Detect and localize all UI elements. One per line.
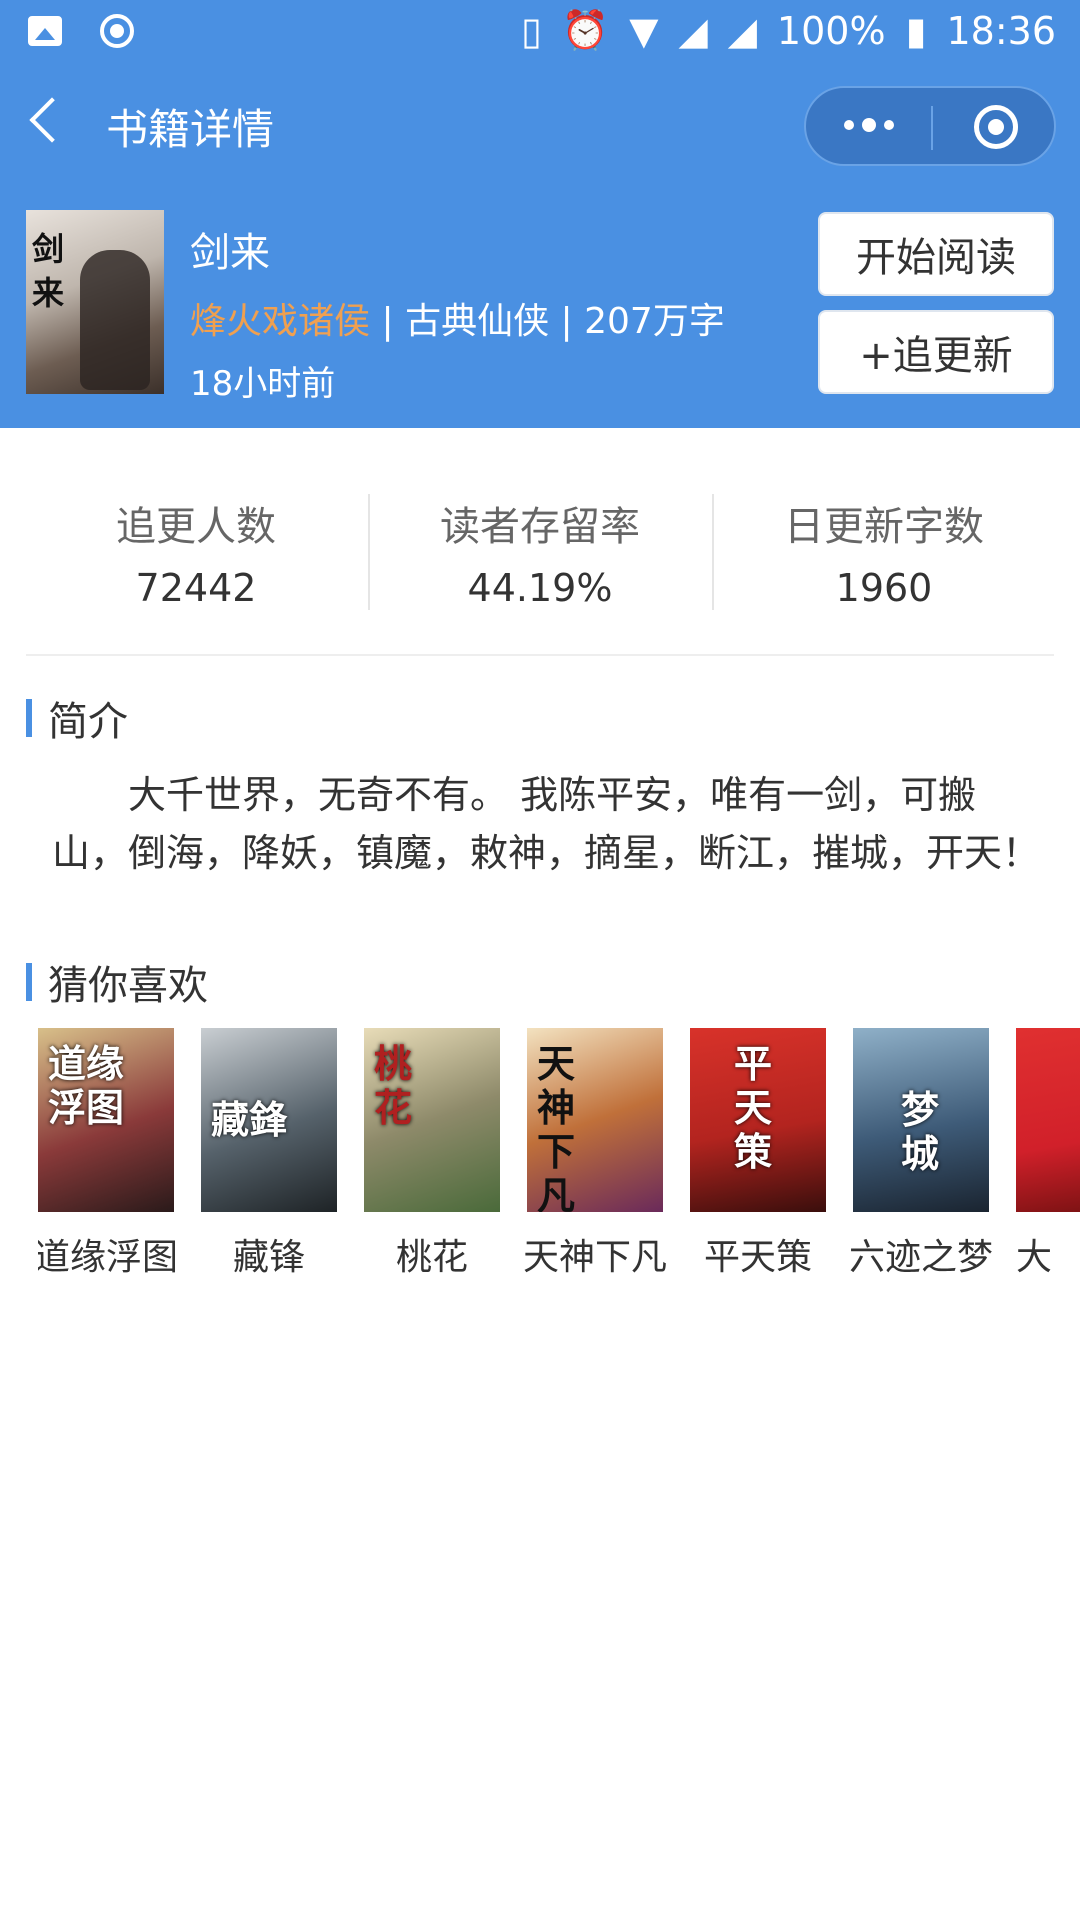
battery-percent: 100% xyxy=(776,8,886,53)
meta-separator: | xyxy=(381,301,394,342)
more-icon[interactable] xyxy=(844,118,894,132)
stat-daily-words: 日更新字数 1960 xyxy=(712,494,1056,610)
cover-title-char-2: 来 xyxy=(32,274,65,312)
recommend-item[interactable]: 梦城 六迹之梦 xyxy=(849,1028,993,1280)
recommend-item[interactable]: 天神下凡 天神下凡 xyxy=(523,1028,667,1280)
recommend-cover[interactable]: 平天策 xyxy=(690,1028,826,1212)
meta-separator-2: | xyxy=(560,301,573,342)
recommend-list[interactable]: 道缘浮图 道缘浮图 藏鋒 藏锋 桃花 桃花 天神下凡 天神下凡 平天策 平天策 … xyxy=(38,1028,1080,1288)
recommend-cover[interactable]: 桃花 xyxy=(364,1028,500,1212)
recommend-cover[interactable]: 藏鋒 xyxy=(201,1028,337,1212)
start-reading-button[interactable]: 开始阅读 xyxy=(818,212,1054,296)
stat-followers: 追更人数 72442 xyxy=(24,494,368,610)
recommend-name[interactable]: 道缘浮图 xyxy=(38,1228,186,1280)
recommend-name[interactable]: 藏锋 xyxy=(189,1228,349,1280)
recommend-name[interactable]: 六迹之梦 xyxy=(841,1228,1001,1280)
book-title: 剑来 xyxy=(190,230,270,276)
follow-updates-button[interactable]: +追更新 xyxy=(818,310,1054,394)
stats-row: 追更人数 72442 读者存留率 44.19% 日更新字数 1960 xyxy=(0,494,1080,614)
cover-figure xyxy=(80,250,150,390)
wifi-icon: ▼ xyxy=(629,8,659,53)
recommend-cover-text: 平天策 xyxy=(734,1042,773,1174)
recommend-item[interactable]: 大 xyxy=(1016,1028,1080,1280)
book-cover: 剑 来 xyxy=(26,210,164,394)
recommend-cover[interactable]: 梦城 xyxy=(853,1028,989,1212)
stat-label: 日更新字数 xyxy=(784,504,984,550)
alarm-icon: ⏰ xyxy=(561,8,610,52)
intro-heading-text: 简介 xyxy=(48,699,128,745)
battery-icon: ▮ xyxy=(905,8,927,53)
recommend-item[interactable]: 道缘浮图 道缘浮图 xyxy=(38,1028,178,1280)
book-author[interactable]: 烽火戏诸侯 xyxy=(190,301,370,342)
recommend-heading-text: 猜你喜欢 xyxy=(48,963,208,1009)
recommend-cover-text: 藏鋒 xyxy=(211,1098,288,1142)
stat-label: 读者存留率 xyxy=(440,504,640,550)
recommend-name[interactable]: 平天策 xyxy=(678,1228,838,1280)
recommend-cover-text: 天神下凡 xyxy=(537,1042,576,1212)
signal-icon: ◢ xyxy=(678,8,708,53)
recommend-cover[interactable]: 天神下凡 xyxy=(527,1028,663,1212)
book-updated-time: 18小时前 xyxy=(190,364,336,404)
recommend-heading: 猜你喜欢 xyxy=(26,960,208,1009)
stat-label: 追更人数 xyxy=(116,504,276,550)
heading-accent-bar xyxy=(26,963,32,1001)
section-divider xyxy=(26,654,1054,656)
recommend-item[interactable]: 桃花 桃花 xyxy=(364,1028,500,1280)
intro-text: 大千世界，无奇不有。 我陈平安，唯有一剑，可搬山，倒海，降妖，镇魔，敕神，摘星，… xyxy=(52,773,1041,875)
page-title: 书籍详情 xyxy=(106,105,275,154)
recommend-cover-text: 梦城 xyxy=(901,1088,940,1176)
vibrate-icon: ▯ xyxy=(520,8,542,53)
recommend-name[interactable]: 天神下凡 xyxy=(515,1228,675,1280)
stat-value: 72442 xyxy=(135,566,257,610)
recommend-cover-text: 桃花 xyxy=(374,1042,413,1130)
stat-value: 1960 xyxy=(835,566,933,610)
recommend-name[interactable]: 大 xyxy=(1016,1228,1080,1280)
recommend-item[interactable]: 平天策 平天策 xyxy=(690,1028,826,1280)
capsule-divider xyxy=(931,106,933,150)
heading-accent-bar xyxy=(26,699,32,737)
book-meta: 烽火戏诸侯 | 古典仙侠 | 207万字 xyxy=(190,292,725,344)
recommend-name[interactable]: 桃花 xyxy=(352,1228,512,1280)
status-bar: ▯ ⏰ ▼ ◢ ◢ 100% ▮ 18:36 xyxy=(0,0,1080,64)
book-genre: 古典仙侠 xyxy=(405,301,550,342)
image-notification-icon xyxy=(28,16,62,46)
intro-heading: 简介 xyxy=(26,696,128,745)
close-miniprogram-icon[interactable] xyxy=(974,105,1018,149)
stat-retention: 读者存留率 44.19% xyxy=(368,494,712,610)
app-notification-icon xyxy=(100,14,134,48)
clock: 18:36 xyxy=(946,8,1056,53)
miniprogram-capsule xyxy=(804,86,1056,166)
recommend-cover[interactable] xyxy=(1016,1028,1080,1212)
recommend-cover[interactable]: 道缘浮图 xyxy=(38,1028,174,1212)
signal-icon-2: ◢ xyxy=(727,8,757,53)
stat-value: 44.19% xyxy=(467,566,613,610)
cover-title-char-1: 剑 xyxy=(32,230,65,268)
book-word-count: 207万字 xyxy=(584,301,725,342)
recommend-cover-text: 道缘浮图 xyxy=(48,1042,125,1130)
recommend-item[interactable]: 藏鋒 藏锋 xyxy=(201,1028,337,1280)
